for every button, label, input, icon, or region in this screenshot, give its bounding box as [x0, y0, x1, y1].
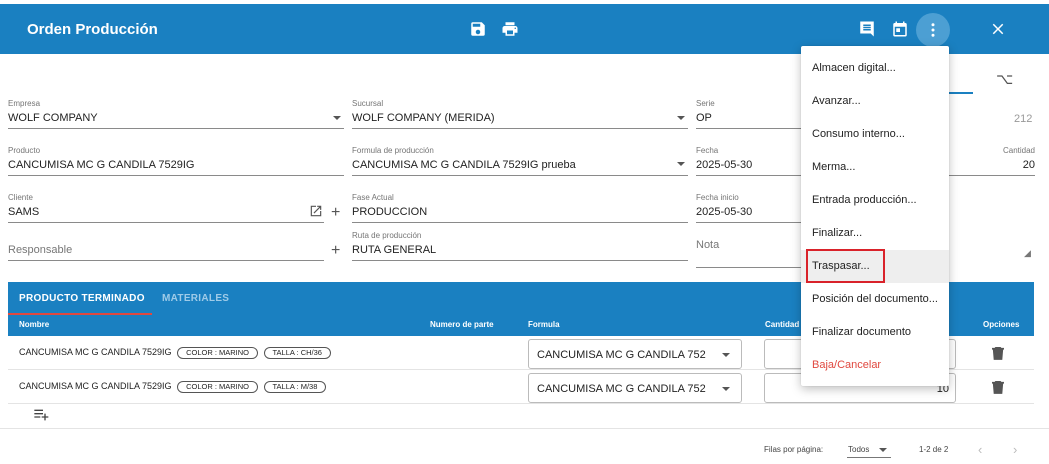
- fecha-field[interactable]: Fecha 2025-05-30: [696, 146, 802, 176]
- row-name: CANCUMISA MC G CANDILA 7529IG: [19, 347, 172, 357]
- fecha-inicio-field[interactable]: Fecha inicio 2025-05-30: [696, 193, 802, 223]
- add-row-icon[interactable]: [33, 408, 49, 422]
- branch-icon[interactable]: ⌥: [996, 70, 1013, 88]
- close-icon[interactable]: [987, 18, 1009, 40]
- menu-item-consumo-interno[interactable]: Consumo interno...: [801, 118, 949, 151]
- empresa-value: WOLF COMPANY: [8, 112, 98, 124]
- color-chip: COLOR : MARINO: [177, 347, 258, 359]
- ruta-value: RUTA GENERAL: [352, 244, 437, 256]
- chevron-down-icon[interactable]: [677, 116, 685, 120]
- chevron-down-icon[interactable]: [722, 387, 730, 391]
- prev-page-icon[interactable]: ‹: [978, 442, 982, 457]
- formula-value: CANCUMISA MC G CANDILA 7529IG prueba: [352, 159, 576, 171]
- serie-field[interactable]: Serie OP: [696, 99, 802, 129]
- menu-item-posicion-documento[interactable]: Posición del documento...: [801, 283, 949, 316]
- fase-value: PRODUCCION: [352, 206, 428, 218]
- resize-handle-icon[interactable]: ◢: [1024, 248, 1031, 259]
- cliente-label: Cliente: [8, 193, 33, 202]
- add-responsable-icon[interactable]: +: [331, 243, 340, 259]
- empresa-field[interactable]: Empresa WOLF COMPANY: [8, 99, 344, 129]
- col-opciones: Opciones: [983, 320, 1020, 329]
- nota-placeholder: Nota: [696, 239, 720, 251]
- tab-producto-terminado[interactable]: PRODUCTO TERMINADO: [19, 293, 145, 304]
- delete-icon[interactable]: [992, 346, 1004, 360]
- ruta-label: Ruta de producción: [352, 231, 422, 240]
- producto-field[interactable]: Producto CANCUMISA MC G CANDILA 7529IG: [8, 146, 344, 176]
- menu-item-almacen-digital[interactable]: Almacen digital...: [801, 52, 949, 85]
- sucursal-field[interactable]: Sucursal WOLF COMPANY (MERIDA): [352, 99, 688, 129]
- delete-icon[interactable]: [992, 380, 1004, 394]
- fecha-inicio-label: Fecha inicio: [696, 193, 739, 202]
- chevron-down-icon[interactable]: [722, 353, 730, 357]
- responsable-field[interactable]: Responsable: [8, 231, 324, 261]
- folio-number: 212: [1014, 113, 1033, 125]
- chevron-down-icon[interactable]: [333, 116, 341, 120]
- tab-materiales[interactable]: MATERIALES: [162, 293, 229, 304]
- menu-item-avanzar[interactable]: Avanzar...: [801, 85, 949, 118]
- sucursal-value: WOLF COMPANY (MERIDA): [352, 112, 495, 124]
- responsable-placeholder: Responsable: [8, 244, 73, 256]
- menu-item-merma[interactable]: Merma...: [801, 151, 949, 184]
- active-tab-indicator: [8, 313, 152, 315]
- row-name: CANCUMISA MC G CANDILA 7529IG: [19, 381, 172, 391]
- nota-field[interactable]: Nota: [696, 226, 802, 268]
- producto-label: Producto: [8, 146, 41, 155]
- menu-item-baja-cancelar[interactable]: Baja/Cancelar: [801, 349, 949, 382]
- menu-item-entrada-produccion[interactable]: Entrada producción...: [801, 184, 949, 217]
- chevron-down-icon[interactable]: [879, 448, 887, 452]
- fecha-value: 2025-05-30: [696, 159, 753, 171]
- menu-item-finalizar[interactable]: Finalizar...: [801, 217, 949, 250]
- open-external-icon[interactable]: [309, 204, 323, 218]
- col-cantidad[interactable]: Cantidad: [765, 320, 799, 329]
- talla-chip: TALLA : CH/36: [263, 347, 331, 359]
- page-title: Orden Producción: [27, 21, 158, 38]
- save-icon[interactable]: [467, 18, 489, 40]
- next-page-icon[interactable]: ›: [1013, 442, 1017, 457]
- calendar-icon[interactable]: [889, 18, 911, 40]
- fase-label: Fase Actual: [352, 193, 394, 202]
- more-options-menu: Almacen digital... Avanzar... Consumo in…: [801, 46, 949, 386]
- color-chip: COLOR : MARINO: [177, 381, 258, 393]
- menu-item-finalizar-documento[interactable]: Finalizar documento: [801, 316, 949, 349]
- col-numero-parte[interactable]: Numero de parte: [430, 320, 494, 329]
- cantidad-value: 20: [1022, 159, 1035, 171]
- formula-field[interactable]: Formula de producción CANCUMISA MC G CAN…: [352, 146, 688, 176]
- formula-select[interactable]: CANCUMISA MC G CANDILA 752: [528, 373, 742, 403]
- talla-chip: TALLA : M/38: [263, 381, 327, 393]
- chevron-down-icon[interactable]: [677, 162, 685, 166]
- col-formula[interactable]: Formula: [528, 320, 560, 329]
- page-range: 1-2 de 2: [919, 445, 949, 454]
- fase-field[interactable]: Fase Actual PRODUCCION: [352, 193, 688, 223]
- app-root: Orden Producción ⌥ Empresa WOLF COMPANY …: [0, 0, 1049, 464]
- pagination-bar: Filas por página: Todos 1-2 de 2 ‹ ›: [0, 428, 1049, 464]
- more-options-icon[interactable]: [916, 13, 950, 47]
- fecha-inicio-value: 2025-05-30: [696, 206, 753, 218]
- serie-label: Serie: [696, 99, 715, 108]
- formula-select[interactable]: CANCUMISA MC G CANDILA 752: [528, 339, 742, 369]
- formula-select-value: CANCUMISA MC G CANDILA 752: [537, 349, 706, 361]
- rows-per-page-label: Filas por página:: [764, 445, 824, 454]
- empresa-label: Empresa: [8, 99, 41, 108]
- fecha-label: Fecha: [696, 146, 719, 155]
- producto-value: CANCUMISA MC G CANDILA 7529IG: [8, 159, 195, 171]
- cliente-field[interactable]: Cliente SAMS: [8, 193, 324, 223]
- comment-icon[interactable]: [856, 18, 878, 40]
- sucursal-label: Sucursal: [352, 99, 384, 108]
- print-icon[interactable]: [499, 18, 521, 40]
- add-cliente-icon[interactable]: +: [331, 205, 340, 221]
- formula-label: Formula de producción: [352, 146, 434, 155]
- serie-value: OP: [696, 112, 712, 124]
- cantidad-field[interactable]: Cantidad 20: [949, 146, 1035, 176]
- rows-per-page-select[interactable]: Todos: [848, 445, 869, 454]
- cantidad-label: Cantidad: [1002, 146, 1035, 155]
- ruta-field[interactable]: Ruta de producción RUTA GENERAL: [352, 231, 688, 261]
- formula-select-value: CANCUMISA MC G CANDILA 752: [537, 383, 706, 395]
- traspasar-highlight: [806, 249, 885, 283]
- col-nombre[interactable]: Nombre: [19, 320, 49, 329]
- cliente-value: SAMS: [8, 206, 40, 218]
